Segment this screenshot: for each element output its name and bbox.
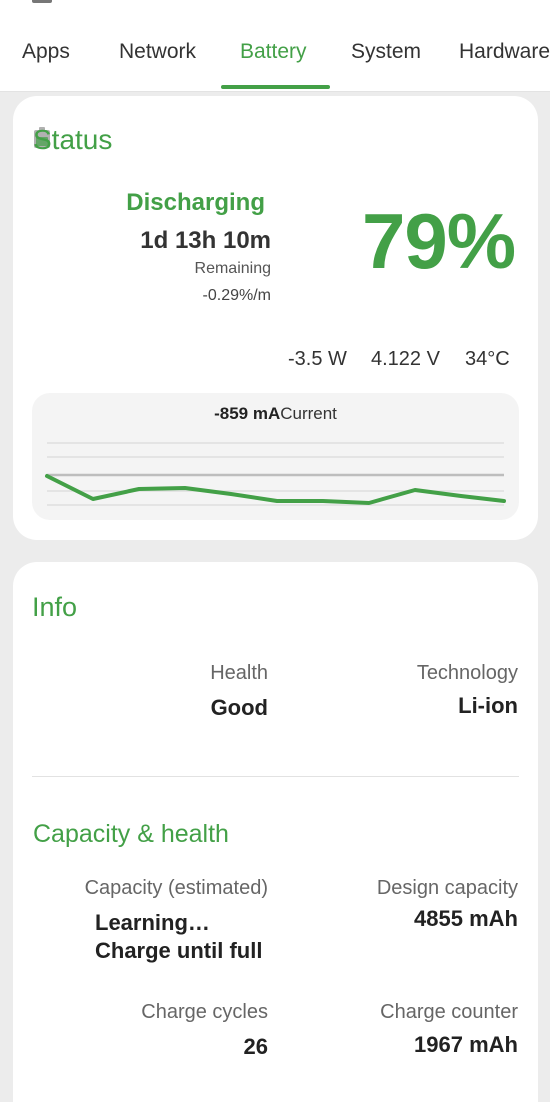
time-remaining: 1d 13h 10m	[140, 227, 271, 254]
status-bar-icon	[32, 0, 52, 3]
battery-percent: 79%	[362, 197, 516, 285]
technology-label: Technology	[416, 662, 518, 684]
capacity-estimated-value: Learning… Charge until full	[95, 909, 262, 965]
voltage-value: 4.122 V	[371, 348, 440, 370]
tab-battery[interactable]: Battery	[240, 40, 307, 64]
health-label: Health	[210, 662, 268, 684]
technology-value: Li-ion	[458, 693, 518, 718]
power-value: -3.5 W	[288, 348, 347, 370]
capacity-section-title: Capacity & health	[33, 820, 229, 848]
tab-apps[interactable]: Apps	[22, 40, 70, 64]
status-card: Status Discharging 1d 13h 10m Remaining …	[13, 96, 538, 540]
status-title: Status	[33, 124, 113, 155]
tab-hardware[interactable]: Hardware	[459, 40, 550, 64]
design-capacity-label: Design capacity	[376, 877, 518, 899]
charge-counter-label: Charge counter	[380, 1001, 518, 1023]
current-graph: -859 mACurrent	[32, 393, 519, 520]
capacity-estimated-line2: Charge until full	[95, 938, 263, 963]
section-divider	[32, 776, 519, 777]
active-tab-indicator	[221, 85, 330, 89]
capacity-estimated-line1: Learning…	[95, 910, 210, 935]
charge-cycles-value: 26	[243, 1034, 268, 1059]
capacity-estimated-label: Capacity (estimated)	[84, 877, 268, 899]
tab-network[interactable]: Network	[119, 40, 196, 64]
status-bar-remnant	[0, 0, 550, 10]
current-sparkline	[45, 442, 506, 506]
info-title: Info	[32, 592, 78, 622]
design-capacity-value: 4855 mAh	[414, 906, 518, 931]
health-value: Good	[210, 695, 268, 720]
tab-bar: Apps Network Battery System Hardware	[0, 0, 550, 92]
tab-system[interactable]: System	[351, 40, 421, 64]
remaining-label: Remaining	[194, 260, 271, 277]
discharge-rate: -0.29%/m	[202, 287, 271, 304]
info-card: Info Health Good Technology Li-ion Capac…	[13, 562, 538, 1102]
temperature-value: 34°C	[465, 348, 510, 370]
charge-counter-value: 1967 mAh	[414, 1032, 518, 1057]
charge-state: Discharging	[126, 189, 265, 216]
charge-cycles-label: Charge cycles	[141, 1001, 268, 1023]
